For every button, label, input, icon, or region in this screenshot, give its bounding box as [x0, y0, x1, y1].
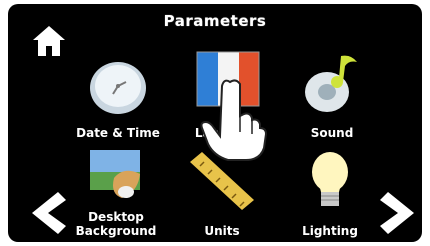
tile-label-lighting: Lighting [302, 224, 358, 238]
tile-label-units: Units [204, 224, 240, 238]
tile-desktop-background[interactable]: Desktop Background [68, 144, 164, 242]
light-bulb-icon [312, 152, 348, 206]
tile-label-sound: Sound [310, 126, 354, 140]
tile-label-desktop-background: Desktop Background [75, 210, 157, 238]
page-title: Parameters [163, 12, 267, 30]
tile-date-time[interactable]: Date & Time [70, 46, 166, 146]
right-arrow-icon[interactable] [378, 190, 422, 236]
left-arrow-icon[interactable] [24, 190, 68, 236]
settings-screen: Parameters Date & Time Language Sound [8, 4, 422, 242]
tile-lighting[interactable]: Lighting [282, 144, 378, 242]
hand-pointer-icon [200, 79, 268, 161]
music-note-icon [305, 55, 357, 112]
desktop-background-icon [90, 150, 140, 198]
tile-label-date-time: Date & Time [76, 126, 160, 140]
tile-sound[interactable]: Sound [284, 46, 380, 146]
clock-icon [90, 62, 146, 114]
